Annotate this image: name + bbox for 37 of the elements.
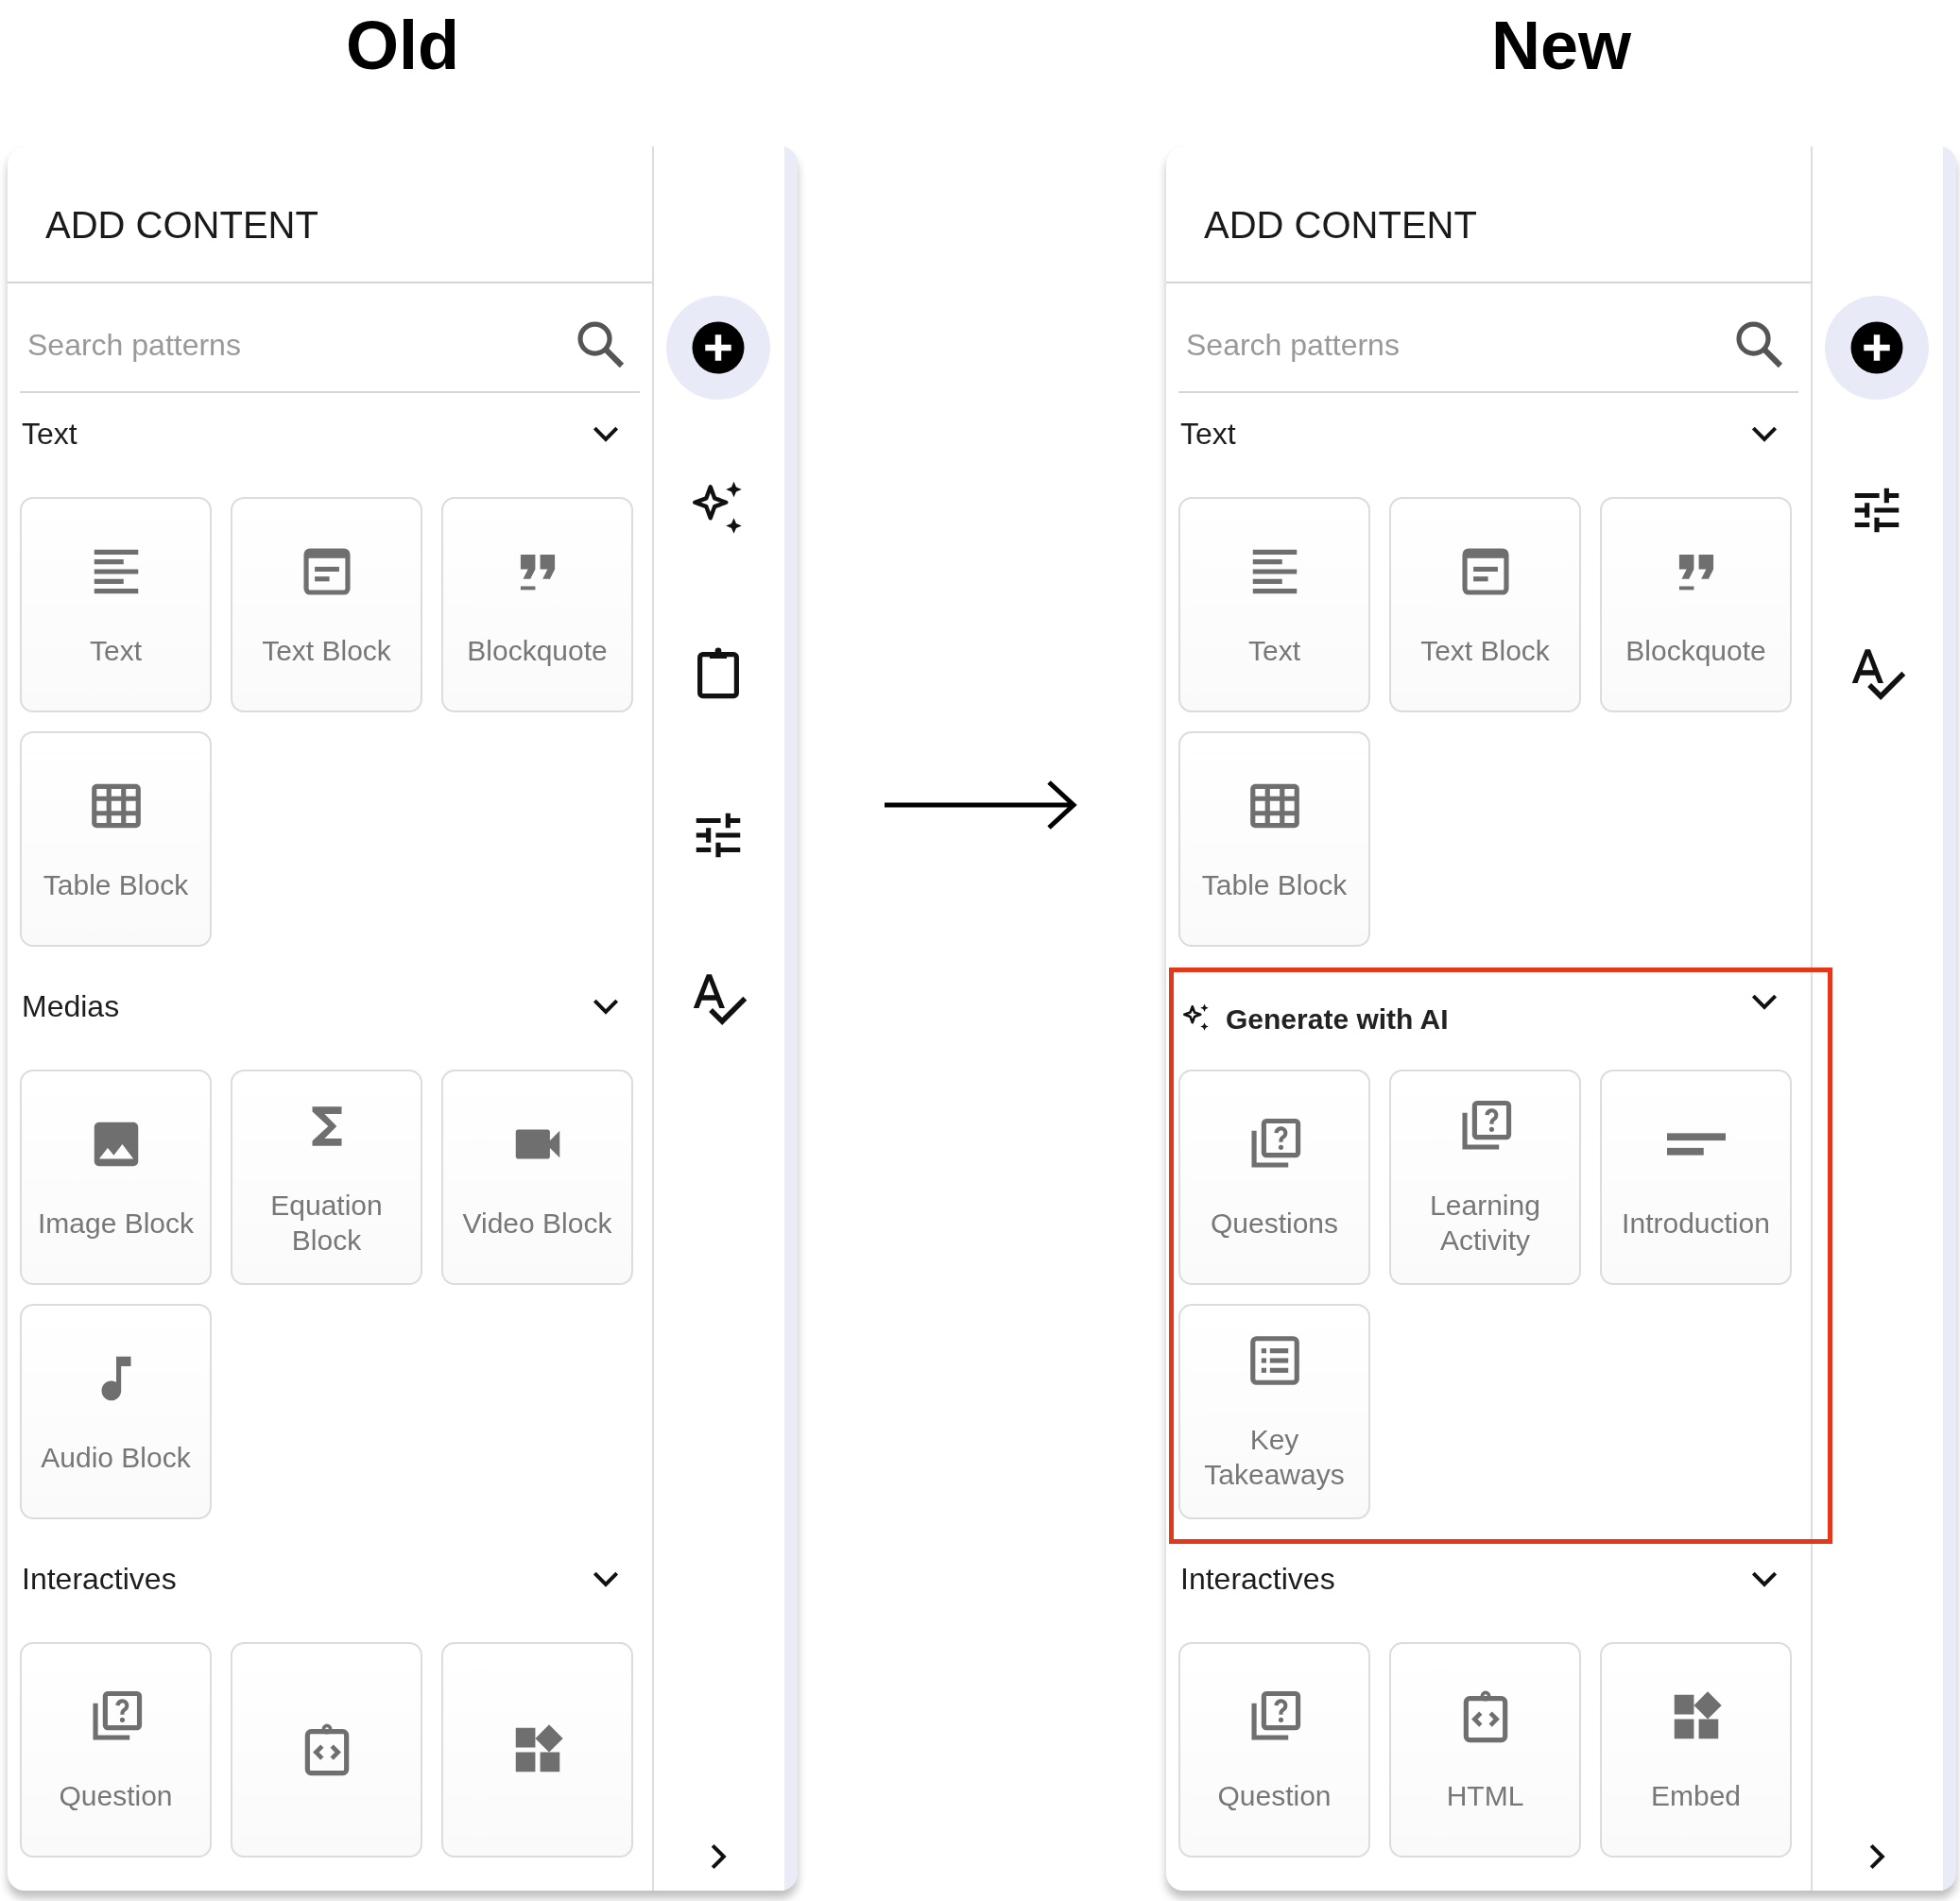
comparison-heading: New [1490,11,1631,85]
content-card[interactable]: Questions [1178,1070,1370,1285]
content-card[interactable]: Learning Activity [1389,1070,1581,1285]
content-card[interactable]: Equation Block [231,1070,422,1285]
content-card[interactable]: Question [20,1642,212,1858]
content-card[interactable]: Image Block [20,1070,212,1285]
content-card[interactable]: Table Block [1178,731,1370,947]
content-card[interactable]: Blockquote [1600,497,1792,712]
short-lines-icon [1666,1132,1726,1156]
content-card[interactable]: Audio Block [20,1304,212,1519]
add-icon [690,319,747,376]
content-card[interactable]: Key Takeaways [1178,1304,1370,1519]
content-card[interactable] [231,1642,422,1858]
content-card[interactable]: HTML [1389,1642,1581,1858]
section-title: Text [22,416,77,453]
panel-title: ADD CONTENT [45,206,318,244]
content-card[interactable]: Table Block [20,731,212,947]
content-card[interactable]: Text Block [1389,497,1581,712]
comparison-heading: Old [346,11,459,85]
content-card[interactable]: Text [1178,497,1370,712]
search-field[interactable]: Search patterns [1186,322,1640,368]
panel-title: ADD CONTENT [1204,206,1477,244]
content-card[interactable]: Text Block [231,497,422,712]
content-card[interactable]: Embed [1600,1642,1792,1858]
section-title: Medias [22,988,120,1025]
section-title: Interactives [1180,1561,1335,1598]
section-title: Generate with AI [1226,1002,1449,1036]
content-card[interactable]: Text [20,497,212,712]
content-card[interactable]: Question [1178,1642,1370,1858]
add-icon [1848,319,1905,376]
search-field[interactable]: Search patterns [27,322,481,368]
section-title: Interactives [22,1561,177,1598]
content-card[interactable]: Blockquote [441,497,633,712]
content-card[interactable]: Introduction [1600,1070,1792,1285]
section-title: Text [1180,416,1236,453]
content-card[interactable] [441,1642,633,1858]
content-card[interactable]: Video Block [441,1070,633,1285]
